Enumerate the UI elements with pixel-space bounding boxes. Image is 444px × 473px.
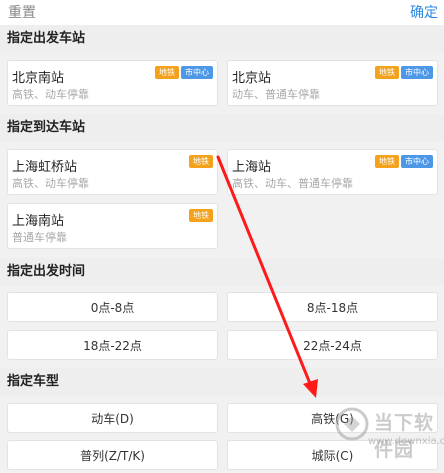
section-type-header: 指定车型 <box>0 368 444 396</box>
station-badges: 地铁 市中心 <box>375 66 433 79</box>
metro-badge: 地铁 <box>189 155 213 168</box>
station-card-beijing[interactable]: 北京站 动车、普通车停靠 地铁 市中心 <box>227 60 438 106</box>
metro-badge: 地铁 <box>155 66 179 79</box>
station-badges: 地铁 <box>189 155 213 168</box>
station-name: 上海站 <box>232 160 272 175</box>
station-desc: 动车、普通车停靠 <box>232 88 320 101</box>
city-center-badge: 市中心 <box>181 66 213 79</box>
metro-badge: 地铁 <box>375 155 399 168</box>
city-center-badge: 市中心 <box>401 155 433 168</box>
station-desc: 高铁、动车停靠 <box>12 177 89 190</box>
station-card-shanghai[interactable]: 上海站 高铁、动车、普通车停靠 地铁 市中心 <box>227 149 438 195</box>
station-desc: 高铁、动车停靠 <box>12 88 89 101</box>
section-departure-header: 指定出发车站 <box>0 25 444 53</box>
reset-button[interactable]: 重置 <box>8 2 36 22</box>
top-bar: 重置 确定 <box>0 0 444 25</box>
station-desc: 普通车停靠 <box>12 231 67 244</box>
station-name: 上海虹桥站 <box>12 160 78 175</box>
station-card-shanghai-south[interactable]: 上海南站 普通车停靠 地铁 <box>7 203 218 249</box>
type-option-c[interactable]: 城际(C) <box>227 440 438 470</box>
station-badges: 地铁 市中心 <box>375 155 433 168</box>
type-option-g[interactable]: 高铁(G) <box>227 403 438 433</box>
station-desc: 高铁、动车、普通车停靠 <box>232 177 353 190</box>
city-center-badge: 市中心 <box>401 66 433 79</box>
confirm-button[interactable]: 确定 <box>410 2 438 22</box>
time-option-8-18[interactable]: 8点-18点 <box>227 292 438 322</box>
station-card-shanghai-hongqiao[interactable]: 上海虹桥站 高铁、动车停靠 地铁 <box>7 149 218 195</box>
station-badges: 地铁 市中心 <box>155 66 213 79</box>
metro-badge: 地铁 <box>189 209 213 222</box>
station-name: 上海南站 <box>12 214 65 229</box>
station-name: 北京南站 <box>12 71 65 86</box>
type-option-ztk[interactable]: 普列(Z/T/K) <box>7 440 218 470</box>
station-name: 北京站 <box>232 71 272 86</box>
time-option-22-24[interactable]: 22点-24点 <box>227 330 438 360</box>
type-option-d[interactable]: 动车(D) <box>7 403 218 433</box>
time-option-0-8[interactable]: 0点-8点 <box>7 292 218 322</box>
section-arrival-header: 指定到达车站 <box>0 114 444 142</box>
section-time-header: 指定出发时间 <box>0 258 444 286</box>
time-option-18-22[interactable]: 18点-22点 <box>7 330 218 360</box>
metro-badge: 地铁 <box>375 66 399 79</box>
station-card-beijing-south[interactable]: 北京南站 高铁、动车停靠 地铁 市中心 <box>7 60 218 106</box>
station-badges: 地铁 <box>189 209 213 222</box>
